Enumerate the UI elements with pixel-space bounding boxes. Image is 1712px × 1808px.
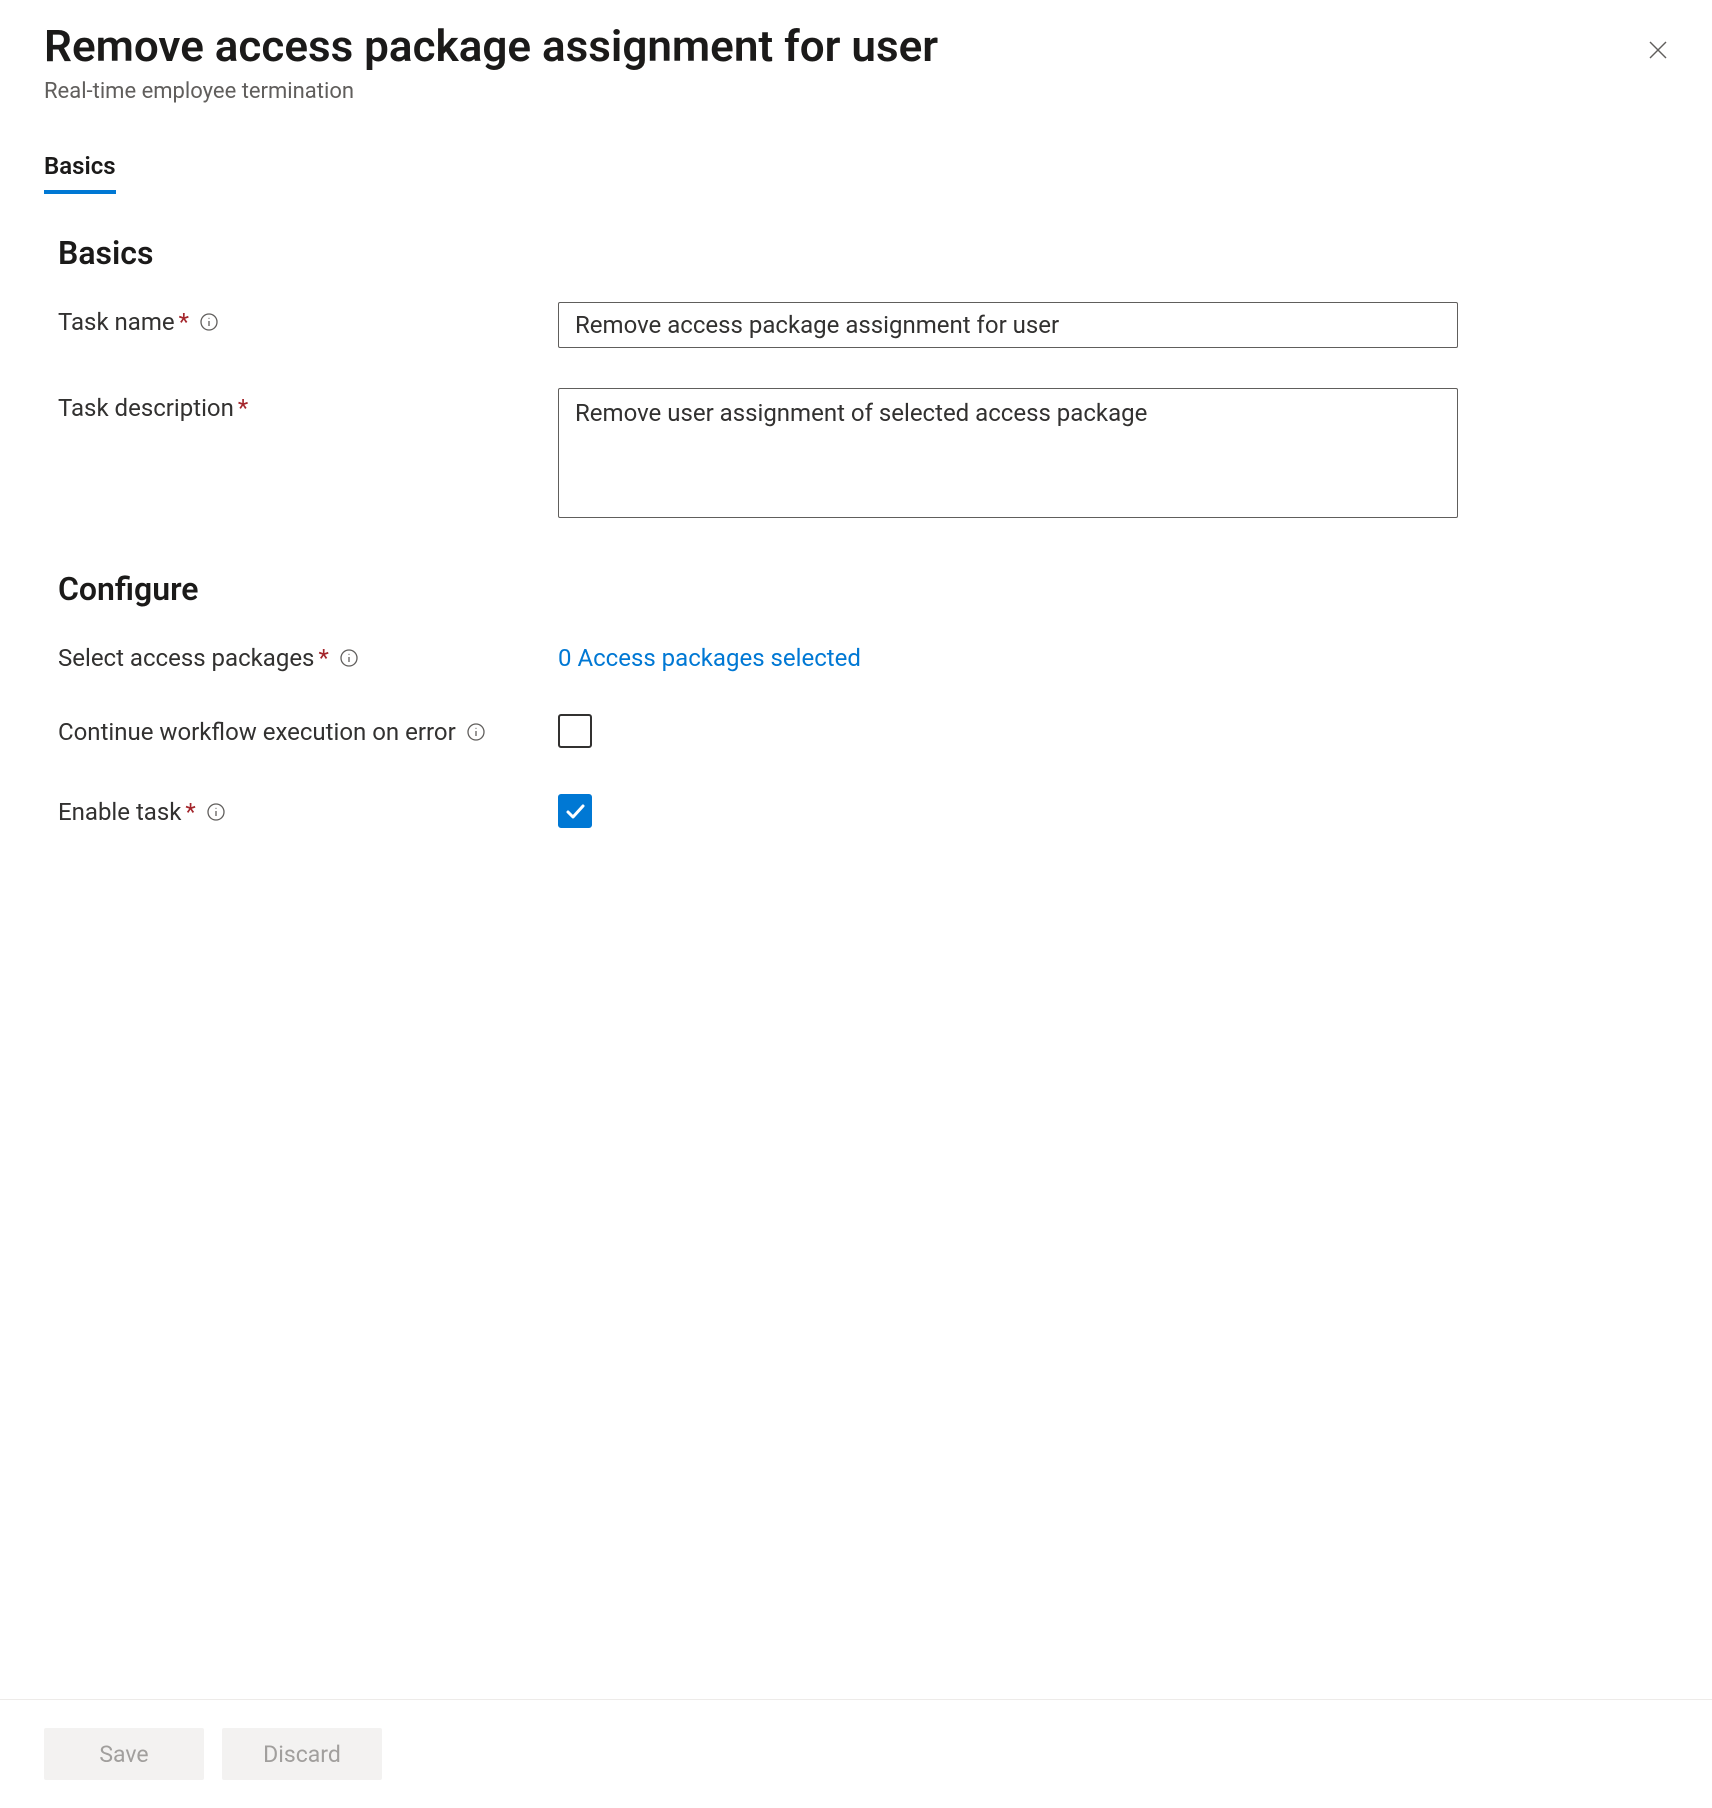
required-marker: *: [318, 644, 328, 672]
required-marker: *: [185, 798, 195, 826]
continue-on-error-row: Continue workflow execution on error: [44, 712, 1668, 752]
page-title: Remove access package assignment for use…: [44, 20, 938, 73]
required-marker: *: [238, 394, 248, 422]
save-button[interactable]: Save: [44, 1728, 204, 1780]
task-name-input[interactable]: [558, 302, 1458, 348]
continue-on-error-checkbox[interactable]: [558, 714, 592, 748]
info-icon[interactable]: [199, 312, 219, 332]
discard-button[interactable]: Discard: [222, 1728, 382, 1780]
enable-task-row: Enable task *: [44, 792, 1668, 828]
task-description-input[interactable]: [558, 388, 1458, 518]
task-description-row: Task description *: [44, 388, 1668, 522]
close-icon: [1646, 38, 1670, 62]
info-icon[interactable]: [339, 648, 359, 668]
required-marker: *: [179, 308, 189, 336]
select-access-packages-row: Select access packages * 0 Access packag…: [44, 638, 1668, 672]
enable-task-checkbox[interactable]: [558, 794, 592, 828]
footer: Save Discard: [0, 1699, 1712, 1808]
enable-task-label: Enable task: [58, 798, 181, 826]
close-button[interactable]: [1638, 30, 1678, 70]
checkmark-icon: [563, 799, 587, 823]
info-icon[interactable]: [466, 722, 486, 742]
page-subtitle: Real-time employee termination: [44, 79, 938, 104]
continue-on-error-label: Continue workflow execution on error: [58, 718, 456, 746]
task-description-label: Task description: [58, 394, 234, 422]
access-packages-link[interactable]: 0 Access packages selected: [558, 638, 861, 672]
section-heading-basics: Basics: [44, 234, 1668, 272]
tabs: Basics: [44, 152, 1668, 194]
task-name-row: Task name *: [44, 302, 1668, 348]
task-name-label: Task name: [58, 308, 175, 336]
tab-basics[interactable]: Basics: [44, 152, 116, 194]
info-icon[interactable]: [206, 802, 226, 822]
select-access-packages-label: Select access packages: [58, 644, 314, 672]
section-heading-configure: Configure: [44, 570, 1668, 608]
